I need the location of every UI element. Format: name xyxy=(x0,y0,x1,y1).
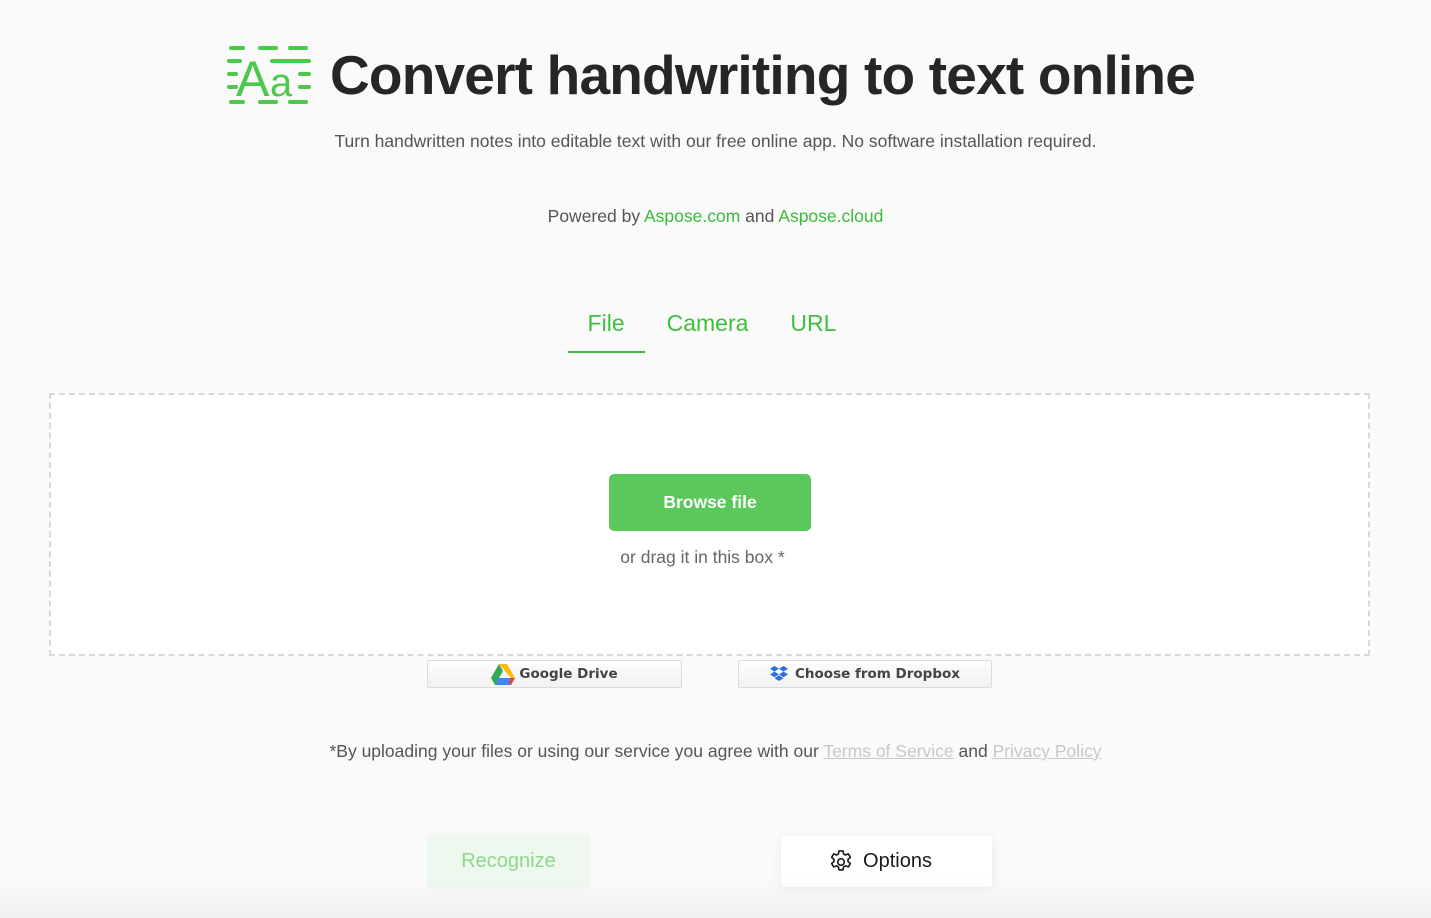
page-title: Convert handwriting to text online xyxy=(329,44,1196,106)
aspose-com-link[interactable]: Aspose.com xyxy=(644,206,740,226)
options-button[interactable]: Options xyxy=(781,836,992,887)
powered-joiner: and xyxy=(745,206,775,226)
source-tabs: File Camera URL xyxy=(0,308,1431,353)
terms-notice: *By uploading your files or using our se… xyxy=(0,741,1431,762)
file-drop-zone[interactable]: Browse file or drag it in this box * xyxy=(49,393,1370,656)
terms-of-service-link[interactable]: Terms of Service xyxy=(823,741,953,761)
gear-icon xyxy=(830,849,852,871)
text-aa-icon: A a xyxy=(226,46,311,106)
tab-url[interactable]: URL xyxy=(770,308,856,353)
aspose-cloud-link[interactable]: Aspose.cloud xyxy=(778,206,883,226)
google-drive-label: Google Drive xyxy=(519,666,618,682)
header: A a Convert handwriting to text online xyxy=(0,44,1431,106)
recognize-button[interactable]: Recognize xyxy=(427,833,590,890)
tab-file[interactable]: File xyxy=(567,308,645,353)
svg-text:A: A xyxy=(236,51,270,106)
options-label: Options xyxy=(863,850,932,872)
tab-camera[interactable]: Camera xyxy=(647,308,769,353)
privacy-policy-link[interactable]: Privacy Policy xyxy=(993,741,1102,761)
google-drive-button[interactable]: Google Drive xyxy=(427,660,682,688)
powered-prefix: Powered by xyxy=(547,206,641,226)
dropbox-label: Choose from Dropbox xyxy=(795,666,960,682)
google-drive-icon xyxy=(491,663,516,685)
svg-text:a: a xyxy=(270,61,293,105)
page-subtitle: Turn handwritten notes into editable tex… xyxy=(334,131,1097,151)
bottom-fade xyxy=(0,878,1431,918)
browse-file-button[interactable]: Browse file xyxy=(609,474,811,531)
powered-by: Powered by Aspose.com and Aspose.cloud xyxy=(0,206,1431,227)
dropbox-icon xyxy=(770,666,788,681)
drag-hint: or drag it in this box * xyxy=(620,547,785,567)
terms-prefix: *By uploading your files or using our se… xyxy=(329,741,819,761)
page: A a Convert handwriting to text online T… xyxy=(0,0,1431,918)
terms-joiner: and xyxy=(958,741,988,761)
dropbox-button[interactable]: Choose from Dropbox xyxy=(738,660,992,688)
